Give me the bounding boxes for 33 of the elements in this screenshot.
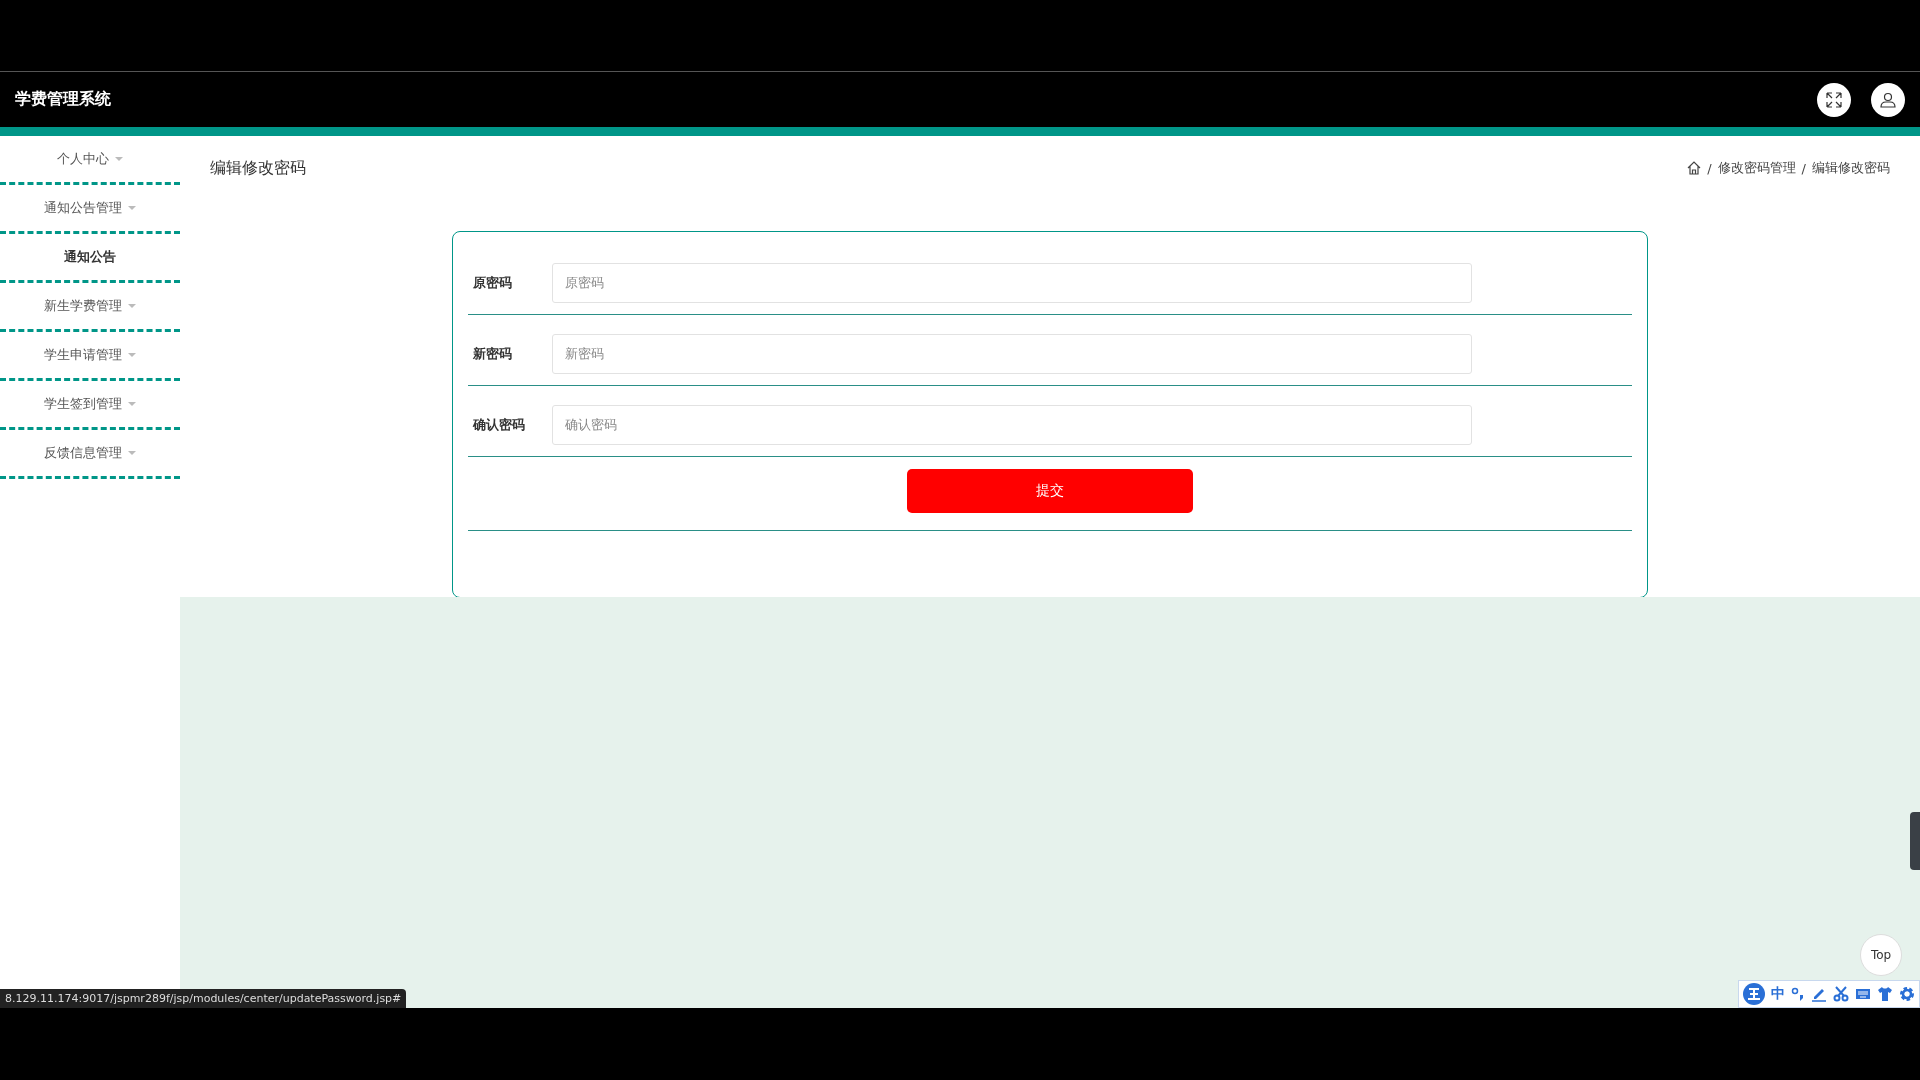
ime-logo-icon[interactable] [1743, 983, 1765, 1005]
punctuation-icon[interactable] [1791, 987, 1805, 1001]
status-url: 8.129.11.174:9017/jspmr289f/jsp/modules/center/updatePassword.jsp# [0, 989, 407, 1008]
field-label: 新密码 [472, 344, 513, 363]
field-label: 原密码 [472, 273, 513, 292]
submit-button[interactable]: 提交 [907, 468, 1193, 513]
settings-icon[interactable] [1899, 986, 1915, 1002]
user-icon [1880, 91, 1896, 108]
caret-icon [115, 157, 123, 161]
breadcrumb-separator: / [1801, 160, 1806, 176]
password-field[interactable]: 原密码 [552, 262, 1472, 303]
scissors-icon[interactable] [1833, 986, 1849, 1002]
breadcrumb-link[interactable]: 修改密码管理 [1717, 159, 1796, 177]
breadcrumb-link[interactable]: 编辑修改密码 [1812, 159, 1890, 177]
password-field[interactable]: 新密码 [552, 333, 1472, 374]
password-field[interactable]: 确认密码 [552, 404, 1472, 445]
expand-icon [1826, 91, 1842, 108]
caret-icon [128, 206, 136, 210]
app-title: 学费管理系统 [15, 89, 112, 110]
input-mode[interactable]: 中 [1771, 985, 1785, 1003]
page-title: 编辑修改密码 [210, 157, 306, 179]
caret-icon [128, 451, 136, 455]
pencil-icon[interactable] [1811, 986, 1827, 1002]
breadcrumb-separator: / [1707, 160, 1712, 176]
home-icon[interactable] [1687, 161, 1702, 175]
fullscreen-button[interactable] [1817, 82, 1851, 117]
shirt-icon[interactable] [1877, 986, 1893, 1002]
caret-icon [128, 402, 136, 406]
field-label: 确认密码 [471, 415, 526, 434]
user-button[interactable] [1871, 82, 1905, 117]
keyboard-icon[interactable] [1855, 987, 1871, 1001]
caret-icon [128, 353, 136, 357]
caret-icon [128, 304, 136, 308]
